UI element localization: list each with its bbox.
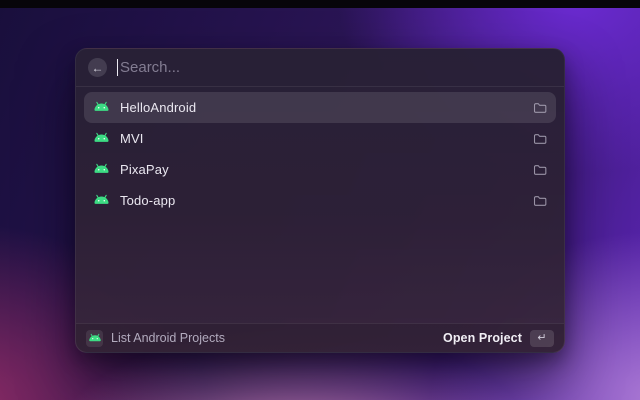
folder-icon (533, 164, 547, 176)
command-name: List Android Projects (111, 331, 225, 345)
folder-icon (533, 195, 547, 207)
android-icon (93, 194, 110, 207)
search-input[interactable] (120, 59, 552, 76)
search-bar: ← (76, 49, 564, 87)
primary-action-button[interactable]: Open Project ↵ (443, 330, 554, 347)
folder-icon (533, 133, 547, 145)
android-icon (93, 163, 110, 176)
return-key-icon: ↵ (530, 330, 554, 347)
project-title: MVI (120, 131, 144, 146)
project-title: Todo-app (120, 193, 175, 208)
list-item[interactable]: PixaPay (84, 154, 556, 185)
launcher-window: ← HelloAndroid (75, 48, 565, 353)
list-item[interactable]: Todo-app (84, 185, 556, 216)
folder-icon (533, 102, 547, 114)
search-input-wrap (117, 59, 552, 76)
android-icon (93, 132, 110, 145)
results-list: HelloAndroid MVI (76, 87, 564, 323)
back-button[interactable]: ← (88, 58, 107, 77)
project-title: PixaPay (120, 162, 169, 177)
list-item[interactable]: HelloAndroid (84, 92, 556, 123)
footer-bar: List Android Projects Open Project ↵ (76, 323, 564, 352)
android-icon (93, 101, 110, 114)
android-icon (86, 330, 103, 347)
text-caret (117, 59, 118, 76)
back-arrow-icon: ← (92, 62, 104, 74)
project-title: HelloAndroid (120, 100, 196, 115)
menu-bar (0, 0, 640, 8)
list-item[interactable]: MVI (84, 123, 556, 154)
primary-action-label: Open Project (443, 331, 522, 345)
